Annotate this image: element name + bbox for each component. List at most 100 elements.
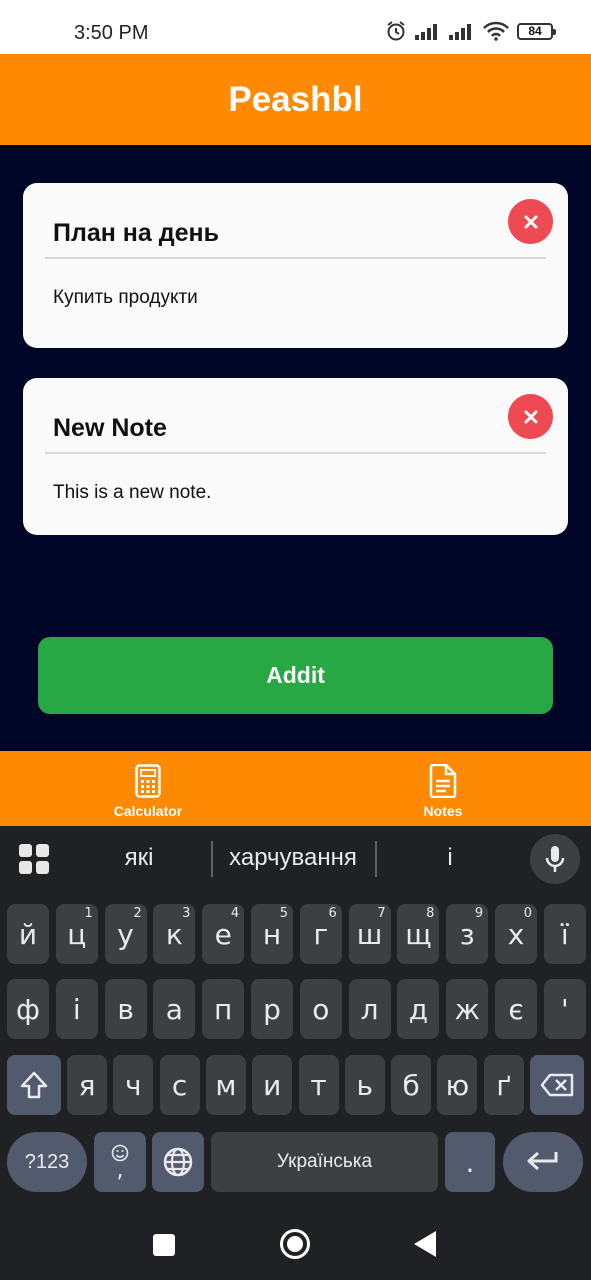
key-row3-2[interactable]: с: [159, 1055, 200, 1115]
calculator-icon: [132, 763, 164, 799]
key-hint: 5: [279, 906, 288, 921]
key-label: и: [263, 1068, 282, 1102]
delete-note-button[interactable]: [508, 199, 553, 244]
key-row3-9[interactable]: ґ: [483, 1055, 524, 1115]
key-row1-0[interactable]: й: [7, 904, 49, 964]
key-label: р: [263, 992, 281, 1026]
home-icon: [287, 1236, 303, 1252]
tab-calculator[interactable]: Calculator: [58, 751, 238, 826]
key-label: л: [360, 992, 379, 1026]
shift-key[interactable]: [7, 1055, 61, 1115]
key-label: н: [262, 917, 282, 951]
signal-icon-2: [449, 24, 471, 40]
key-label: т: [310, 1068, 327, 1102]
key-row2-1[interactable]: і: [55, 979, 98, 1039]
key-label: ж: [454, 992, 480, 1026]
key-row3-6[interactable]: ь: [344, 1055, 385, 1115]
key-hint: 8: [426, 906, 435, 921]
back-button[interactable]: [414, 1231, 436, 1257]
suggestion-item[interactable]: і: [410, 844, 490, 872]
microphone-icon: [545, 846, 565, 872]
key-row1-1[interactable]: ц1: [55, 904, 98, 964]
note-title: План на день: [53, 219, 219, 247]
key-row1-2[interactable]: у2: [104, 904, 147, 964]
key-row3-8[interactable]: ю: [437, 1055, 478, 1115]
key-label: і: [72, 992, 81, 1026]
key-row3-7[interactable]: б: [391, 1055, 432, 1115]
key-row3-0[interactable]: я: [67, 1055, 107, 1115]
key-row2-2[interactable]: в: [104, 979, 147, 1039]
key-label: є: [508, 992, 524, 1026]
key-hint: 6: [328, 906, 337, 921]
tab-notes[interactable]: Notes: [353, 751, 533, 826]
close-icon: [524, 215, 537, 228]
key-row1-3[interactable]: к3: [153, 904, 196, 964]
note-body: Купить продукти: [53, 287, 198, 308]
key-row2-5[interactable]: р: [251, 979, 293, 1039]
key-label: е: [214, 917, 232, 951]
key-label: с: [171, 1068, 188, 1102]
emoji-comma-key[interactable]: ,: [94, 1132, 146, 1192]
key-row3-5[interactable]: т: [298, 1055, 339, 1115]
key-row2-4[interactable]: п: [202, 979, 245, 1039]
key-row1-4[interactable]: е4: [202, 904, 245, 964]
key-label: к: [165, 917, 183, 951]
key-row2-11[interactable]: ': [543, 979, 586, 1039]
status-bar: 3:50 PM 84: [0, 0, 591, 54]
key-row1-11[interactable]: ї: [543, 904, 586, 964]
space-key[interactable]: Українська: [211, 1132, 438, 1192]
key-row3-4[interactable]: и: [252, 1055, 293, 1115]
key-hint: 4: [230, 906, 240, 921]
key-label: ї: [560, 917, 569, 951]
key-row2-3[interactable]: а: [153, 979, 196, 1039]
suggestion-divider: [211, 841, 213, 877]
key-row3-3[interactable]: м: [205, 1055, 246, 1115]
note-card: New Note This is a new note.: [23, 378, 568, 535]
enter-key[interactable]: [503, 1132, 583, 1192]
key-row2-8[interactable]: д: [397, 979, 440, 1039]
status-icons: 84: [385, 20, 556, 42]
key-label: ч: [125, 1068, 142, 1102]
key-label: ф: [16, 992, 40, 1026]
key-row1-6[interactable]: г6: [299, 904, 342, 964]
bottom-tab-bar: Calculator Notes: [0, 751, 591, 826]
key-hint: 1: [84, 906, 93, 921]
suggestion-item[interactable]: харчування: [215, 844, 371, 872]
key-label: у: [117, 917, 134, 951]
symbols-key[interactable]: ?123: [7, 1132, 87, 1192]
close-icon: [524, 410, 537, 423]
apps-grid-icon[interactable]: [19, 844, 49, 874]
key-row2-0[interactable]: ф: [7, 979, 49, 1039]
language-key[interactable]: [152, 1132, 204, 1192]
key-row3-1[interactable]: ч: [113, 1055, 154, 1115]
key-row2-6[interactable]: о: [299, 979, 342, 1039]
backspace-key[interactable]: [530, 1055, 584, 1115]
delete-note-button[interactable]: [508, 394, 553, 439]
key-row1-9[interactable]: з9: [446, 904, 489, 964]
key-label: ю: [445, 1068, 470, 1102]
note-body: This is a new note.: [53, 482, 212, 503]
key-label: г: [313, 917, 329, 951]
microphone-button[interactable]: [530, 834, 580, 884]
add-note-button[interactable]: Addit: [38, 637, 553, 714]
suggestion-item[interactable]: які: [94, 844, 184, 872]
key-row2-7[interactable]: л: [348, 979, 391, 1039]
document-icon: [427, 763, 459, 799]
key-row1-7[interactable]: ш7: [348, 904, 391, 964]
alarm-icon: [387, 21, 405, 41]
tab-notes-label: Notes: [423, 803, 463, 819]
wifi-icon: [483, 21, 509, 41]
key-label: ц: [67, 917, 87, 951]
key-hint: 3: [182, 906, 191, 921]
key-row2-10[interactable]: є: [495, 979, 537, 1039]
globe-icon: [163, 1147, 193, 1177]
recents-button[interactable]: [153, 1234, 175, 1256]
key-label: ш: [356, 917, 383, 951]
period-key[interactable]: .: [445, 1132, 495, 1192]
key-row1-8[interactable]: щ8: [397, 904, 440, 964]
home-button[interactable]: [280, 1229, 310, 1259]
suggestion-divider: [375, 841, 377, 877]
key-row1-10[interactable]: х0: [495, 904, 537, 964]
key-row1-5[interactable]: н5: [251, 904, 293, 964]
key-row2-9[interactable]: ж: [446, 979, 489, 1039]
